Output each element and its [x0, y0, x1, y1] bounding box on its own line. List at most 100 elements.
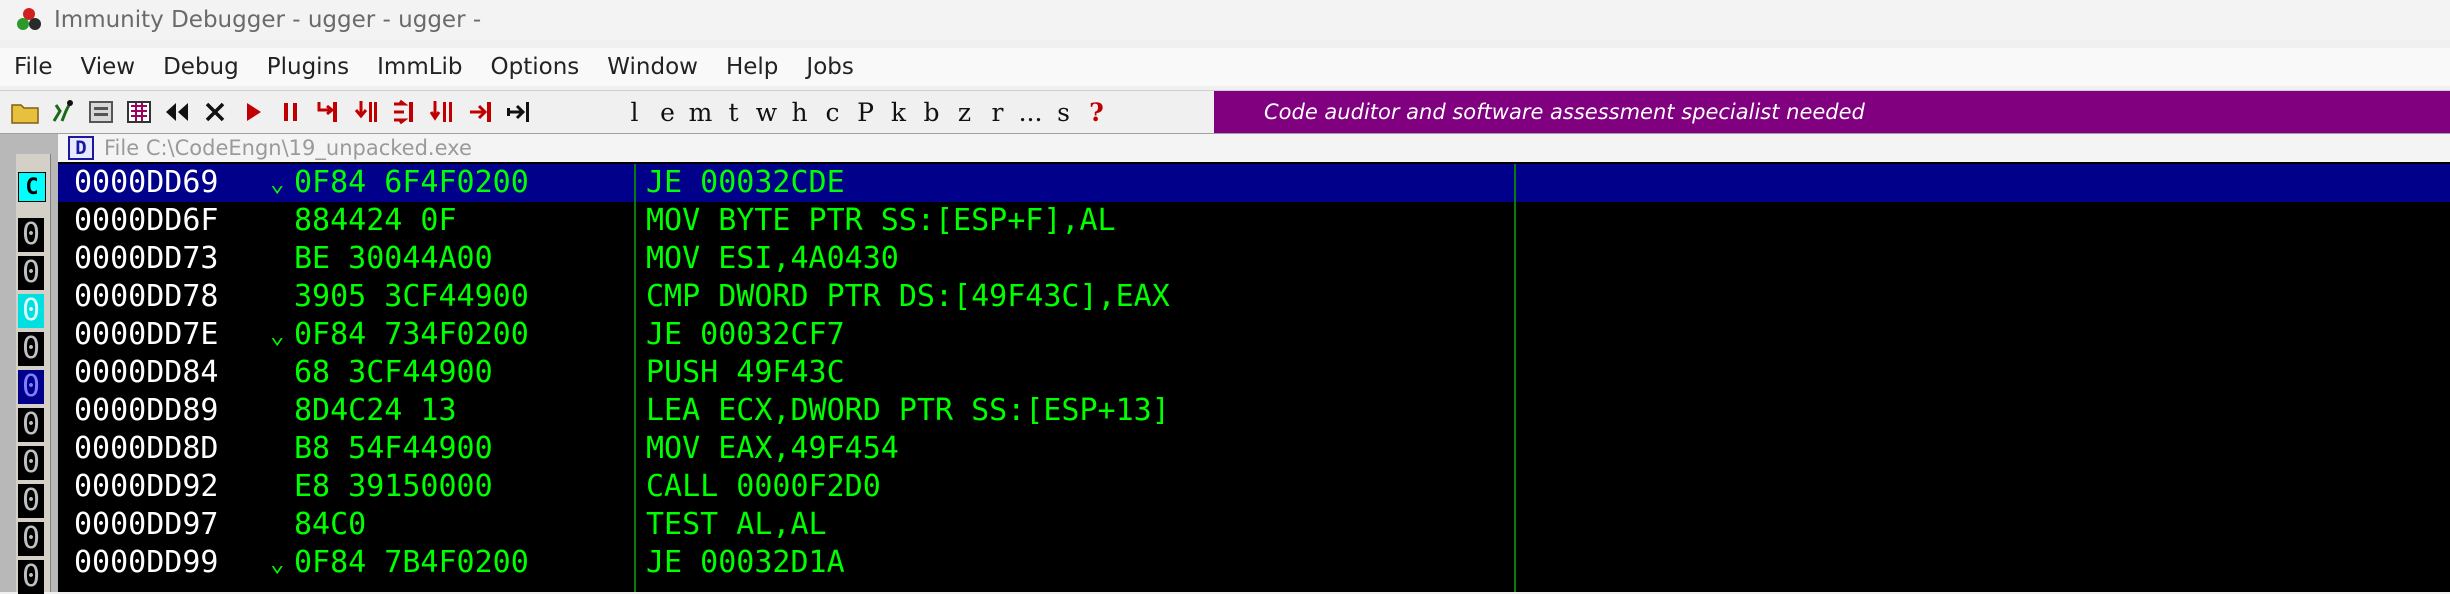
help-button[interactable]: ?	[1080, 98, 1113, 127]
side-cell: 0	[18, 522, 44, 556]
instruction-address: 0000DD7E	[74, 317, 219, 352]
breakpoints-window-button[interactable]: b	[915, 98, 948, 127]
toolbar-icon-group	[8, 93, 536, 131]
jump-indicator: ⌄	[270, 169, 285, 197]
patches-window-button[interactable]: P	[849, 98, 882, 127]
cpu-window-button[interactable]: c	[816, 98, 849, 127]
mdi-workspace: C 0 0 0 0 0 0 0 0 0 0 D File C:\CodeEngn…	[0, 134, 2450, 594]
side-cell: 0	[18, 294, 44, 328]
instruction-disassembly: TEST AL,AL	[646, 507, 827, 542]
instruction-disassembly: MOV EAX,49F454	[646, 431, 899, 466]
instruction-hex: 8D4C24 13	[294, 393, 457, 428]
instruction-row[interactable]: 0000DD73 BE 30044A00 MOV ESI,4A0430	[58, 240, 2450, 278]
instruction-disassembly: JE 00032CDE	[646, 165, 845, 200]
menu-window[interactable]: Window	[593, 50, 712, 84]
menu-jobs[interactable]: Jobs	[792, 50, 867, 84]
instruction-row[interactable]: 0000DD92 E8 39150000 CALL 0000F2D0	[58, 468, 2450, 506]
side-cell: 0	[18, 408, 44, 442]
goto-icon[interactable]	[502, 95, 536, 129]
instruction-address: 0000DD69	[74, 165, 219, 200]
menu-immlib[interactable]: ImmLib	[363, 50, 476, 84]
instruction-disassembly: MOV ESI,4A0430	[646, 241, 899, 276]
call-stack-window-button[interactable]: k	[882, 98, 915, 127]
job-banner[interactable]: Code auditor and software assessment spe…	[1214, 91, 2450, 133]
instruction-address: 0000DD78	[74, 279, 219, 314]
instruction-hex: 0F84 734F0200	[294, 317, 529, 352]
menu-bar: File View Debug Plugins ImmLib Options W…	[0, 48, 2450, 86]
instruction-hex: 0F84 6F4F0200	[294, 165, 529, 200]
rewind-icon[interactable]	[160, 95, 194, 129]
run-icon[interactable]	[236, 95, 270, 129]
menu-options[interactable]: Options	[477, 50, 594, 84]
title-bar: Immunity Debugger - ugger - ugger -	[0, 0, 2450, 40]
side-cell: 0	[18, 484, 44, 518]
side-c-indicator[interactable]: C	[18, 172, 46, 202]
instruction-row[interactable]: 0000DD7E ⌄ 0F84 734F0200 JE 00032CF7	[58, 316, 2450, 354]
instruction-address: 0000DD84	[74, 355, 219, 390]
cpu-disassembly-window[interactable]: D File C:\CodeEngn\19_unpacked.exe 0000D…	[58, 134, 2450, 592]
instruction-hex: 884424 0F	[294, 203, 457, 238]
run-trace-window-button[interactable]: ...	[1014, 98, 1047, 127]
open-icon[interactable]	[8, 95, 42, 129]
instruction-disassembly: PUSH 49F43C	[646, 355, 845, 390]
windows-window-button[interactable]: w	[750, 98, 783, 127]
instruction-address: 0000DD89	[74, 393, 219, 428]
menu-plugins[interactable]: Plugins	[253, 50, 363, 84]
references-window-button[interactable]: r	[981, 98, 1014, 127]
instruction-address: 0000DD6F	[74, 203, 219, 238]
instruction-hex: BE 30044A00	[294, 241, 493, 276]
pause-icon[interactable]	[274, 95, 308, 129]
instruction-disassembly: LEA ECX,DWORD PTR SS:[ESP+13]	[646, 393, 1170, 428]
menu-view[interactable]: View	[67, 50, 150, 84]
side-cell: 0	[18, 560, 44, 594]
trace-into-icon[interactable]	[388, 95, 422, 129]
side-cell: 0	[18, 256, 44, 290]
jump-indicator: ⌄	[270, 549, 285, 577]
instruction-hex: B8 54F44900	[294, 431, 493, 466]
threads-window-button[interactable]: t	[717, 98, 750, 127]
instruction-hex: 3905 3CF44900	[294, 279, 529, 314]
instruction-row[interactable]: 0000DD6F 884424 0F MOV BYTE PTR SS:[ESP+F]…	[58, 202, 2450, 240]
instruction-address: 0000DD92	[74, 469, 219, 504]
cpu-window-title: File C:\CodeEngn\19_unpacked.exe	[104, 136, 472, 160]
cpu-window-titlebar[interactable]: D File C:\CodeEngn\19_unpacked.exe	[58, 134, 2450, 162]
step-over-icon[interactable]	[350, 95, 384, 129]
instruction-row[interactable]: 0000DD99 ⌄ 0F84 7B4F0200 JE 00032D1A	[58, 544, 2450, 582]
instruction-row[interactable]: 0000DD97 84C0 TEST AL,AL	[58, 506, 2450, 544]
instruction-address: 0000DD99	[74, 545, 219, 580]
source-window-button[interactable]: s	[1047, 98, 1080, 127]
instruction-row[interactable]: 0000DD78 3905 3CF44900 CMP DWORD PTR DS:[4…	[58, 278, 2450, 316]
log-window-button[interactable]: l	[618, 98, 651, 127]
handles-window-button[interactable]: h	[783, 98, 816, 127]
restart-icon[interactable]	[46, 95, 80, 129]
executables-window-button[interactable]: e	[651, 98, 684, 127]
memory-icon[interactable]	[122, 95, 156, 129]
close-file-icon[interactable]	[84, 95, 118, 129]
instruction-hex: E8 39150000	[294, 469, 493, 504]
side-cell: 0	[18, 332, 44, 366]
instruction-row[interactable]: 0000DD84 68 3CF44900 PUSH 49F43C	[58, 354, 2450, 392]
instruction-row[interactable]: 0000DD89 8D4C24 13 LEA ECX,DWORD PTR SS:[E…	[58, 392, 2450, 430]
selected-instruction-row[interactable]: 0000DD69 ⌄ 0F84 6F4F0200 JE 00032CDE	[58, 164, 2450, 202]
instruction-disassembly: JE 00032CF7	[646, 317, 845, 352]
toolbar-window-letters: l e m t w h c P k b z r ... s ?	[618, 93, 1113, 131]
instruction-disassembly: JE 00032D1A	[646, 545, 845, 580]
side-cell: 0	[18, 370, 44, 404]
minimized-window-strip: C 0 0 0 0 0 0 0 0 0 0	[16, 154, 51, 594]
instruction-row[interactable]: 0000DD8D B8 54F44900 MOV EAX,49F454	[58, 430, 2450, 468]
disassembly-badge: D	[68, 136, 94, 160]
instruction-hex: 68 3CF44900	[294, 355, 493, 390]
memory-window-button[interactable]: m	[684, 98, 717, 127]
disassembly-listing[interactable]: 0000DD99 ⌄ 0F84 7B4F0200 JE 00032D1A 0000DD9…	[58, 164, 2450, 592]
execute-till-return-icon[interactable]	[464, 95, 498, 129]
menu-help[interactable]: Help	[712, 50, 792, 84]
menu-debug[interactable]: Debug	[149, 50, 253, 84]
menu-file[interactable]: File	[0, 50, 67, 84]
trace-over-icon[interactable]	[426, 95, 460, 129]
hw-breakpoints-window-button[interactable]: z	[948, 98, 981, 127]
column-separator	[1514, 164, 1516, 592]
close-icon[interactable]	[198, 95, 232, 129]
instruction-hex: 0F84 7B4F0200	[294, 545, 529, 580]
column-separator	[634, 164, 636, 592]
step-into-icon[interactable]	[312, 95, 346, 129]
